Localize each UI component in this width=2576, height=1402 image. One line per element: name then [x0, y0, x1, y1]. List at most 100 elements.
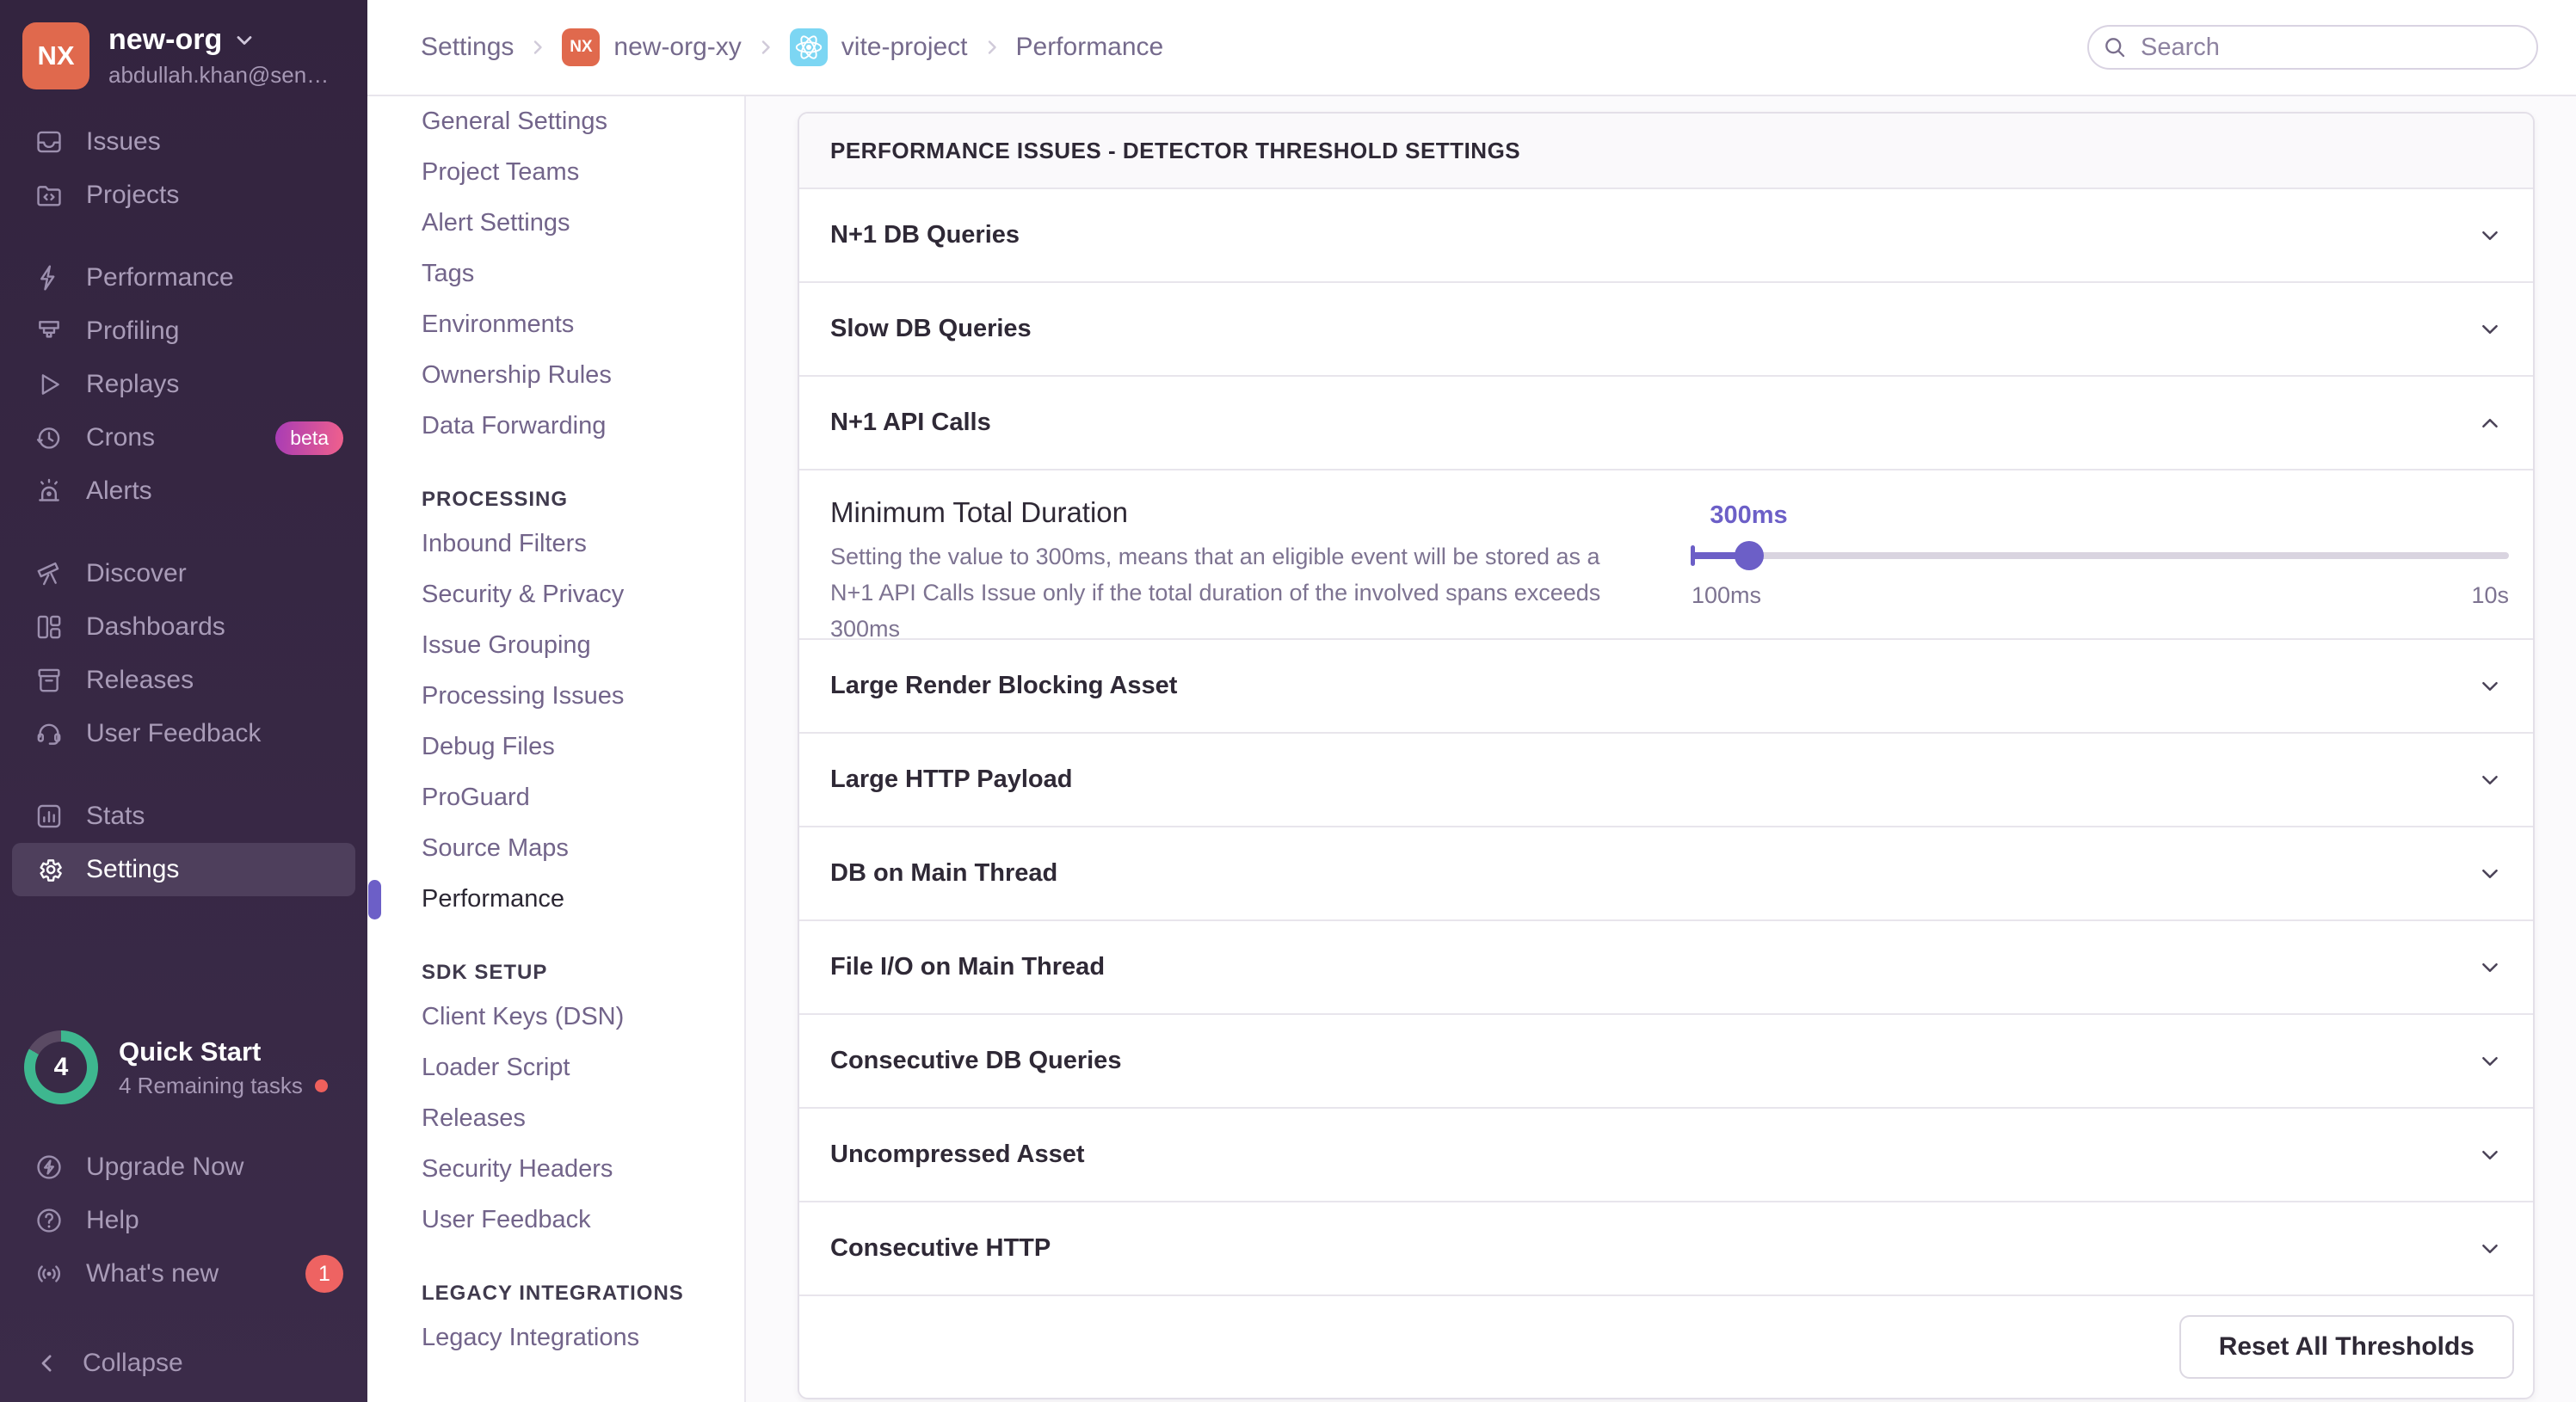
detector-row-consecutive-http[interactable]: Consecutive HTTP [799, 1202, 2533, 1296]
sidebar-item-dashboards[interactable]: Dashboards [12, 600, 355, 654]
sidebar-item-replays[interactable]: Replays [12, 358, 355, 411]
sidebar-item-projects[interactable]: Projects [12, 169, 355, 222]
sidebar-item-discover[interactable]: Discover [12, 547, 355, 600]
settings-nav-item-security-privacy[interactable]: Security & Privacy [422, 569, 727, 620]
settings-nav-item-client-keys-dsn[interactable]: Client Keys (DSN) [422, 992, 727, 1042]
sidebar-item-upgrade-now[interactable]: Upgrade Now [12, 1141, 355, 1194]
settings-nav-item-source-maps[interactable]: Source Maps [422, 823, 727, 874]
main-content: PERFORMANCE ISSUES - DETECTOR THRESHOLD … [746, 96, 2576, 1402]
slider-handle[interactable] [1734, 541, 1764, 570]
sidebar-item-crons[interactable]: Crons beta [12, 411, 355, 464]
chevron-right-icon [988, 40, 996, 54]
search-input[interactable] [2087, 25, 2538, 70]
sidebar-item-releases[interactable]: Releases [12, 654, 355, 707]
breadcrumb-item-settings[interactable]: Settings [421, 33, 514, 62]
collapse-label: Collapse [83, 1349, 183, 1377]
collapse-button[interactable]: Collapse [12, 1338, 355, 1388]
sidebar-item-performance[interactable]: Performance [12, 251, 355, 304]
detector-row-consecutive-db-queries[interactable]: Consecutive DB Queries [799, 1015, 2533, 1109]
settings-nav-item-ownership-rules[interactable]: Ownership Rules [422, 350, 727, 401]
chevron-down-icon [2482, 1244, 2498, 1253]
whatsnew-icon [38, 1265, 60, 1282]
settings-nav-item-legacy-integrations[interactable]: Legacy Integrations [422, 1313, 727, 1363]
sidebar-item-settings[interactable]: Settings [12, 843, 355, 896]
settings-nav-item-releases[interactable]: Releases [422, 1093, 727, 1144]
sidebar-footer-nav: Upgrade Now Help What's new 1 [0, 1141, 367, 1301]
sidebar-item-issues[interactable]: Issues [12, 115, 355, 169]
quick-start-count: 4 [53, 1053, 69, 1081]
org-switcher[interactable]: NX new-org abdullah.khan@sen… [0, 0, 367, 89]
sidebar-item-label: Issues [86, 127, 161, 156]
sidebar-item-help[interactable]: Help [12, 1194, 355, 1247]
slider-track[interactable] [1691, 541, 2509, 570]
detail-text: Minimum Total Duration Setting the value … [830, 496, 1692, 642]
org-name: new-org [108, 23, 223, 56]
settings-nav-item-debug-files[interactable]: Debug Files [422, 722, 727, 772]
sidebar-item-what-s-new[interactable]: What's new 1 [12, 1247, 355, 1301]
settings-nav-item-security-headers[interactable]: Security Headers [422, 1144, 727, 1195]
reset-all-thresholds-button[interactable]: Reset All Thresholds [2179, 1314, 2514, 1379]
settings-nav-item-environments[interactable]: Environments [422, 299, 727, 350]
settings-nav-item-processing-issues[interactable]: Processing Issues [422, 671, 727, 722]
detector-row-slow-db-queries[interactable]: Slow DB Queries [799, 283, 2533, 377]
settings-nav-item-general-settings[interactable]: General Settings [422, 96, 727, 147]
slider-range-labels: 100ms 10s [1692, 582, 2509, 609]
detector-row-uncompressed-asset[interactable]: Uncompressed Asset [799, 1109, 2533, 1202]
sidebar-item-alerts[interactable]: Alerts [12, 464, 355, 518]
breadcrumb-item-new-org-xy[interactable]: NX new-org-xy [562, 28, 742, 66]
react-project-icon [789, 28, 828, 66]
panel-title: PERFORMANCE ISSUES - DETECTOR THRESHOLD … [799, 114, 2533, 189]
detector-row-label: N+1 DB Queries [830, 221, 1020, 249]
detector-row-label: DB on Main Thread [830, 859, 1058, 887]
detector-row-n-1-api-calls[interactable]: N+1 API Calls [799, 377, 2533, 470]
detector-row-file-i-o-on-main-thread[interactable]: File I/O on Main Thread [799, 921, 2533, 1015]
settings-nav-item-performance[interactable]: Performance [422, 874, 727, 925]
settings-nav-item-user-feedback[interactable]: User Feedback [422, 1195, 727, 1245]
settings-nav-item-data-forwarding[interactable]: Data Forwarding [422, 401, 727, 452]
quick-start[interactable]: 4 Quick Start 4 Remaining tasks [24, 1030, 367, 1104]
main-sidebar: NX new-org abdullah.khan@sen… Issues Proj… [0, 0, 367, 1402]
sidebar-nav: Issues Projects Performance Profiling Replay… [0, 115, 367, 896]
breadcrumb-item-vite-project[interactable]: vite-project [789, 28, 968, 66]
crons-icon [36, 427, 60, 449]
sidebar-item-label: Crons [86, 423, 156, 452]
detector-row-db-on-main-thread[interactable]: DB on Main Thread [799, 827, 2533, 921]
sidebar-nav-group: Stats Settings [0, 790, 367, 896]
sidebar-item-label: Alerts [86, 477, 152, 505]
notification-dot [314, 1079, 328, 1092]
releases-icon [38, 668, 60, 692]
sidebar-item-user-feedback[interactable]: User Feedback [12, 707, 355, 760]
chevron-down-icon [2482, 681, 2498, 691]
org-email: abdullah.khan@sen… [108, 62, 330, 88]
detector-row-label: File I/O on Main Thread [830, 953, 1106, 981]
breadcrumb-item-performance[interactable]: Performance [1016, 33, 1164, 62]
panel-footer: Reset All Thresholds [799, 1296, 2533, 1397]
sidebar-item-stats[interactable]: Stats [12, 790, 355, 843]
settings-nav-item-proguard[interactable]: ProGuard [422, 772, 727, 823]
org-avatar: NX [22, 22, 89, 89]
settings-nav-item-project-teams[interactable]: Project Teams [422, 147, 727, 198]
detector-row-label: Large HTTP Payload [830, 766, 1073, 793]
detector-row-label: Slow DB Queries [830, 315, 1032, 342]
sidebar-item-profiling[interactable]: Profiling [12, 304, 355, 358]
duration-slider[interactable]: 300ms 100ms 10s [1691, 496, 2509, 638]
detector-row-large-http-payload[interactable]: Large HTTP Payload [799, 734, 2533, 827]
detector-rows: N+1 DB Queries Slow DB Queries N+1 API Cal… [799, 189, 2533, 1296]
detector-row-label: N+1 API Calls [830, 409, 991, 436]
performance-icon [40, 265, 55, 291]
discover-icon [37, 562, 59, 586]
settings-icon [40, 859, 62, 882]
slider-value-label: 300ms [1710, 501, 1788, 529]
detector-row-n-1-db-queries[interactable]: N+1 DB Queries [799, 189, 2533, 283]
detector-row-large-render-blocking-asset[interactable]: Large Render Blocking Asset [799, 640, 2533, 734]
search-box[interactable] [2087, 25, 2538, 70]
chevron-down-icon [2482, 324, 2498, 334]
settings-nav-item-loader-script[interactable]: Loader Script [422, 1042, 727, 1093]
settings-nav-item-issue-grouping[interactable]: Issue Grouping [422, 620, 727, 671]
settings-nav-item-tags[interactable]: Tags [422, 249, 727, 299]
chevron-right-icon [534, 40, 543, 54]
settings-nav-item-inbound-filters[interactable]: Inbound Filters [422, 519, 727, 569]
chevron-down-icon [2482, 962, 2498, 972]
settings-nav-item-alert-settings[interactable]: Alert Settings [422, 198, 727, 249]
projects-icon [37, 186, 61, 206]
